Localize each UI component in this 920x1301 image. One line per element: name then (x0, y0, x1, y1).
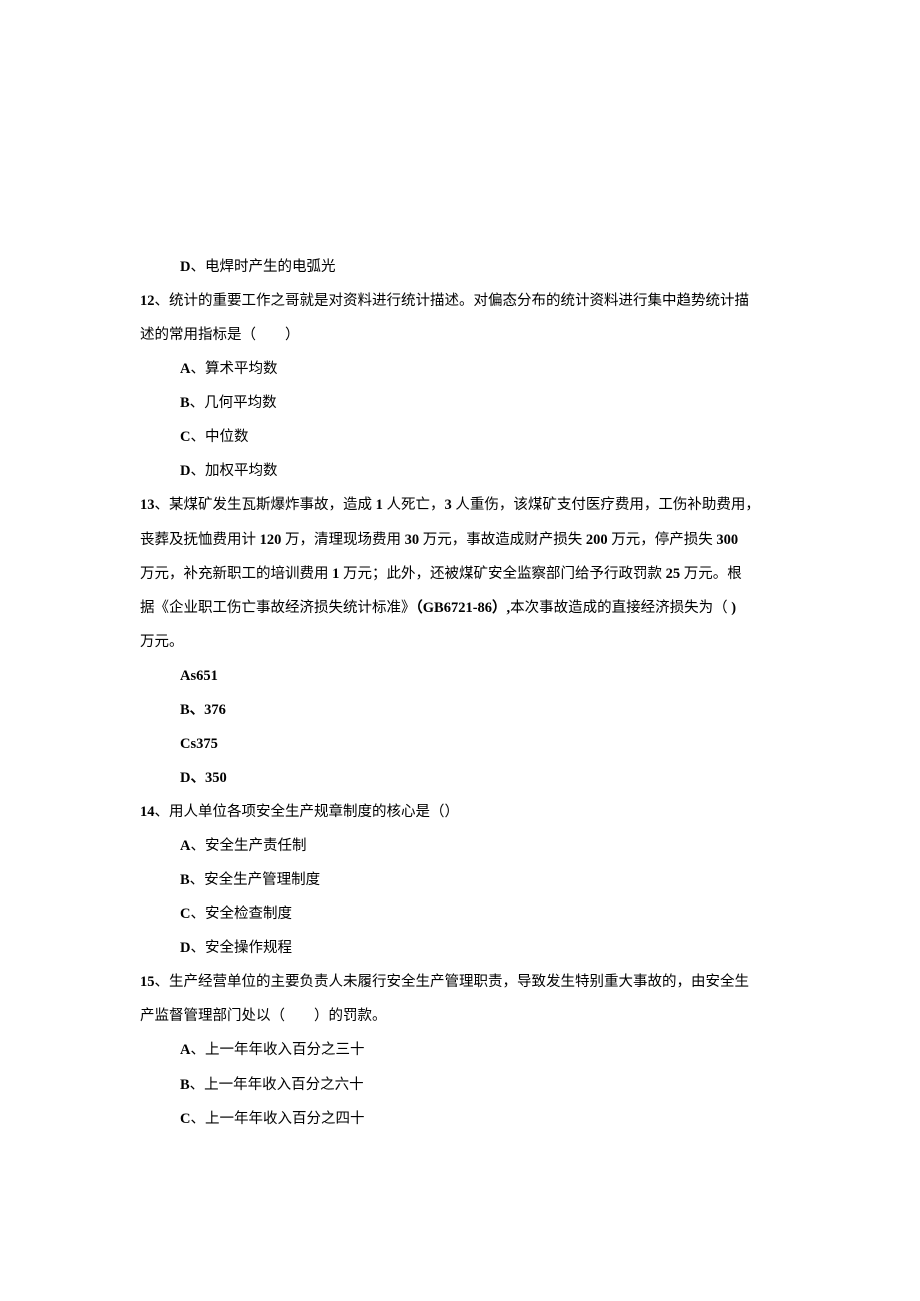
option-label: A (180, 1042, 190, 1058)
q12-option-b: B、几何平均数 (140, 386, 780, 420)
option-label: C (180, 1111, 190, 1127)
option-label: B (180, 1077, 190, 1093)
option-label: C (180, 906, 190, 922)
q13-stem-line4: 据《企业职工伤亡事故经济损失统计标准》（GB6721-86）,本次事故造成的直接… (140, 591, 780, 625)
text: 万元，补充新职工的培训费用 (140, 566, 329, 582)
q12-option-d: D、加权平均数 (140, 454, 780, 488)
q13-option-d: D、350 (140, 761, 780, 795)
option-text: 、安全操作规程 (190, 940, 292, 956)
num: 200 (582, 532, 611, 548)
option-text: 、算术平均数 (190, 361, 277, 377)
num: 3 (445, 497, 456, 513)
q13-stem-line3: 万元，补充新职工的培训费用 1 万元；此外，还被煤矿安全监察部门给予行政罚款 2… (140, 557, 780, 591)
q12-option-c: C、中位数 (140, 420, 780, 454)
q15-stem-line2: 产监督管理部门处以（ ）的罚款。 (140, 999, 780, 1033)
q14-option-d: D、安全操作规程 (140, 931, 780, 965)
option-text: 、安全生产管理制度 (190, 872, 321, 888)
num: 1 (329, 566, 344, 582)
gb-code: （GB6721-86）, (416, 600, 511, 616)
option-label: A (180, 838, 190, 854)
question-number: 14 (140, 804, 155, 820)
question-text: 产监督管理部门处以（ ）的罚款。 (140, 1008, 387, 1024)
option-text: 、加权平均数 (190, 463, 277, 479)
option-text: 、上一年年收入百分之四十 (190, 1111, 364, 1127)
text: 万元。根 (684, 566, 742, 582)
option-text: 、上一年年收入百分之六十 (190, 1077, 364, 1093)
option-text: 、350 (190, 770, 226, 786)
question-text: 、用人单位各项安全生产规章制度的核心是（） (155, 804, 460, 820)
q11-option-d: D、电焊时产生的电弧光 (140, 250, 780, 284)
q14-stem: 14、用人单位各项安全生产规章制度的核心是（） (140, 795, 780, 829)
q13-stem-line2: 丧葬及抚恤费用计 120 万，清理现场费用 30 万元，事故造成财产损失 200… (140, 523, 780, 557)
q13-option-a: As651 (140, 659, 780, 693)
text: 万，清理现场费用 (285, 532, 401, 548)
q15-stem-line1: 15、生产经营单位的主要负责人未履行安全生产管理职责，导致发生特别重大事故的，由… (140, 965, 780, 999)
question-number: 15 (140, 974, 155, 990)
q13-option-c: Cs375 (140, 727, 780, 761)
option-text: 、376 (190, 702, 226, 718)
option-label: D (180, 770, 190, 786)
option-text: 、安全生产责任制 (190, 838, 306, 854)
paren: ) (728, 600, 736, 616)
option-text: 、中位数 (190, 429, 248, 445)
option-label: D (180, 940, 190, 956)
text: 、某煤矿发生瓦斯爆炸事故，造成 (155, 497, 373, 513)
text: 人死亡， (387, 497, 445, 513)
q12-stem-cont: 述的常用指标是（ ） (140, 318, 780, 352)
num: 300 (713, 532, 738, 548)
q13-option-b: B、376 (140, 693, 780, 727)
q12-stem: 12、统计的重要工作之哥就是对资料进行统计描述。对偏态分布的统计资料进行集中趋势… (140, 284, 780, 318)
text: 丧葬及抚恤费用计 (140, 532, 256, 548)
q14-option-b: B、安全生产管理制度 (140, 863, 780, 897)
question-text: 述的常用指标是（ ） (140, 327, 300, 343)
q15-option-b: B、上一年年收入百分之六十 (140, 1068, 780, 1102)
text: 本次事故造成的直接经济损失为（ (510, 600, 728, 616)
num: 120 (256, 532, 285, 548)
num: 1 (372, 497, 387, 513)
num: 30 (401, 532, 423, 548)
text: 万元；此外，还被煤矿安全监察部门给予行政罚款 (343, 566, 662, 582)
option-label: D (180, 259, 190, 275)
num: 25 (662, 566, 684, 582)
option-label: A (180, 361, 190, 377)
question-text: 、统计的重要工作之哥就是对资料进行统计描述。对偏态分布的统计资料进行集中趋势统计… (155, 293, 750, 309)
q14-option-a: A、安全生产责任制 (140, 829, 780, 863)
question-number: 12 (140, 293, 155, 309)
q13-stem-line1: 13、某煤矿发生瓦斯爆炸事故，造成 1 人死亡，3 人重伤，该煤矿支付医疗费用，… (140, 488, 780, 522)
option-text: 、上一年年收入百分之三十 (190, 1042, 364, 1058)
option-label: D (180, 463, 190, 479)
option-label: B (180, 702, 190, 718)
option-text: 、安全检查制度 (190, 906, 292, 922)
q14-option-c: C、安全检查制度 (140, 897, 780, 931)
q13-stem-line5: 万元。 (140, 625, 780, 659)
option-text: 、电焊时产生的电弧光 (190, 259, 335, 275)
option-label: C (180, 429, 190, 445)
q12-option-a: A、算术平均数 (140, 352, 780, 386)
q15-option-c: C、上一年年收入百分之四十 (140, 1102, 780, 1136)
text: 人重伤，该煤矿支付医疗费用，工伤补助费用， (455, 497, 760, 513)
q15-option-a: A、上一年年收入百分之三十 (140, 1033, 780, 1067)
option-text: As651 (180, 668, 218, 684)
text: 万元。 (140, 634, 184, 650)
text: 万元，停产损失 (611, 532, 713, 548)
question-text: 、生产经营单位的主要负责人未履行安全生产管理职责，导致发生特别重大事故的，由安全… (155, 974, 750, 990)
option-text: 、几何平均数 (190, 395, 277, 411)
text: 万元，事故造成财产损失 (423, 532, 583, 548)
text: 据《企业职工伤亡事故经济损失统计标准》 (140, 600, 416, 616)
option-text: Cs375 (180, 736, 218, 752)
option-label: B (180, 872, 190, 888)
question-number: 13 (140, 497, 155, 513)
option-label: B (180, 395, 190, 411)
